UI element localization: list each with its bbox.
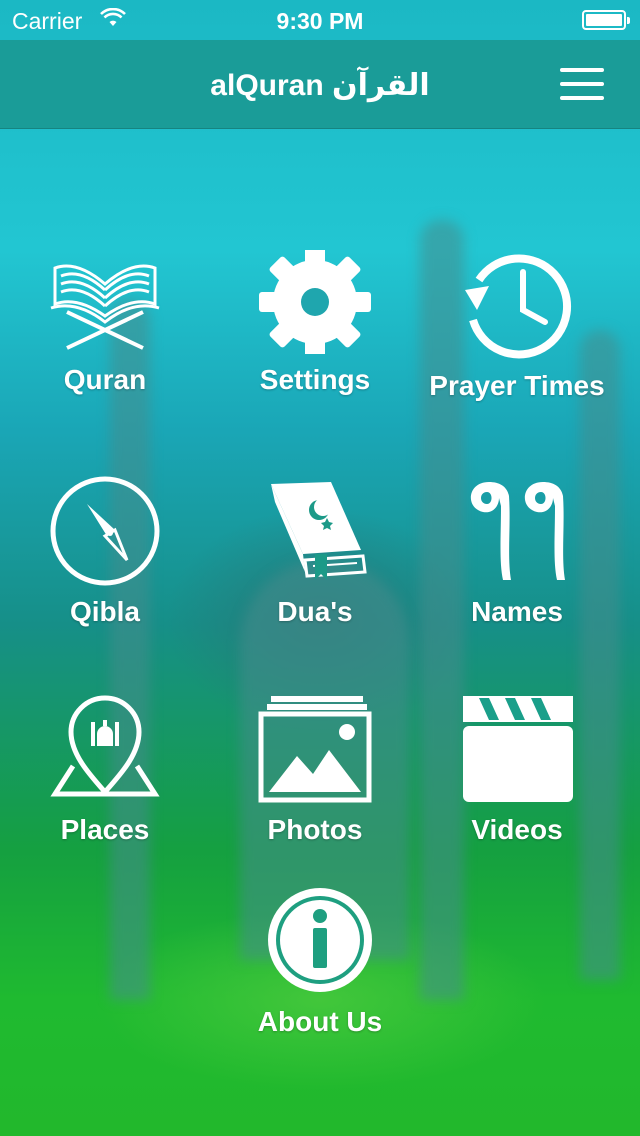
photo-gallery-icon — [258, 696, 372, 803]
battery-icon — [582, 10, 630, 30]
info-icon — [268, 888, 372, 992]
menu-item-label: Names — [471, 596, 563, 627]
crescent-book-icon — [271, 482, 367, 580]
status-bar: Carrier 9:30 PM — [0, 0, 640, 40]
background-minaret — [110, 300, 150, 1000]
open-quran-book-icon — [50, 264, 160, 350]
menu-item-duas[interactable]: Dua's — [210, 476, 420, 628]
menu-item-about-us[interactable]: About Us — [215, 884, 425, 1038]
menu-item-names[interactable]: Names — [412, 476, 622, 628]
menu-item-label: About Us — [257, 1006, 383, 1037]
mosque-location-pin-icon — [50, 695, 160, 797]
menu-item-label: Places — [60, 814, 150, 845]
arabic-99-icon — [470, 482, 565, 580]
menu-item-videos[interactable]: Videos — [412, 694, 622, 846]
menu-line — [560, 96, 604, 100]
menu-item-label: Prayer Times — [429, 370, 605, 401]
navigation-bar: alQuran القرآن — [0, 40, 640, 129]
menu-item-prayer-times[interactable]: Prayer Times — [412, 250, 622, 402]
clock-label: 9:30 PM — [276, 8, 364, 34]
gear-icon — [259, 250, 371, 354]
hamburger-menu-icon[interactable] — [560, 68, 606, 100]
menu-item-quran[interactable]: Quran — [0, 250, 210, 396]
compass-icon — [50, 476, 160, 586]
menu-item-label: Dua's — [277, 596, 353, 627]
menu-item-label: Qibla — [69, 596, 140, 627]
clock-history-icon — [465, 254, 572, 359]
menu-line — [560, 68, 604, 72]
menu-item-photos[interactable]: Photos — [210, 694, 420, 846]
background-minaret — [580, 330, 620, 980]
menu-item-qibla[interactable]: Qibla — [0, 476, 210, 628]
app-title: alQuran القرآن — [210, 69, 430, 102]
menu-item-label: Quran — [63, 364, 147, 395]
menu-item-settings[interactable]: Settings — [210, 250, 420, 396]
menu-item-label: Settings — [259, 364, 371, 395]
menu-item-label: Videos — [471, 814, 563, 845]
menu-item-label: Photos — [267, 814, 363, 845]
clapperboard-icon — [463, 696, 573, 802]
menu-item-places[interactable]: Places — [0, 694, 210, 846]
menu-line — [560, 82, 604, 86]
